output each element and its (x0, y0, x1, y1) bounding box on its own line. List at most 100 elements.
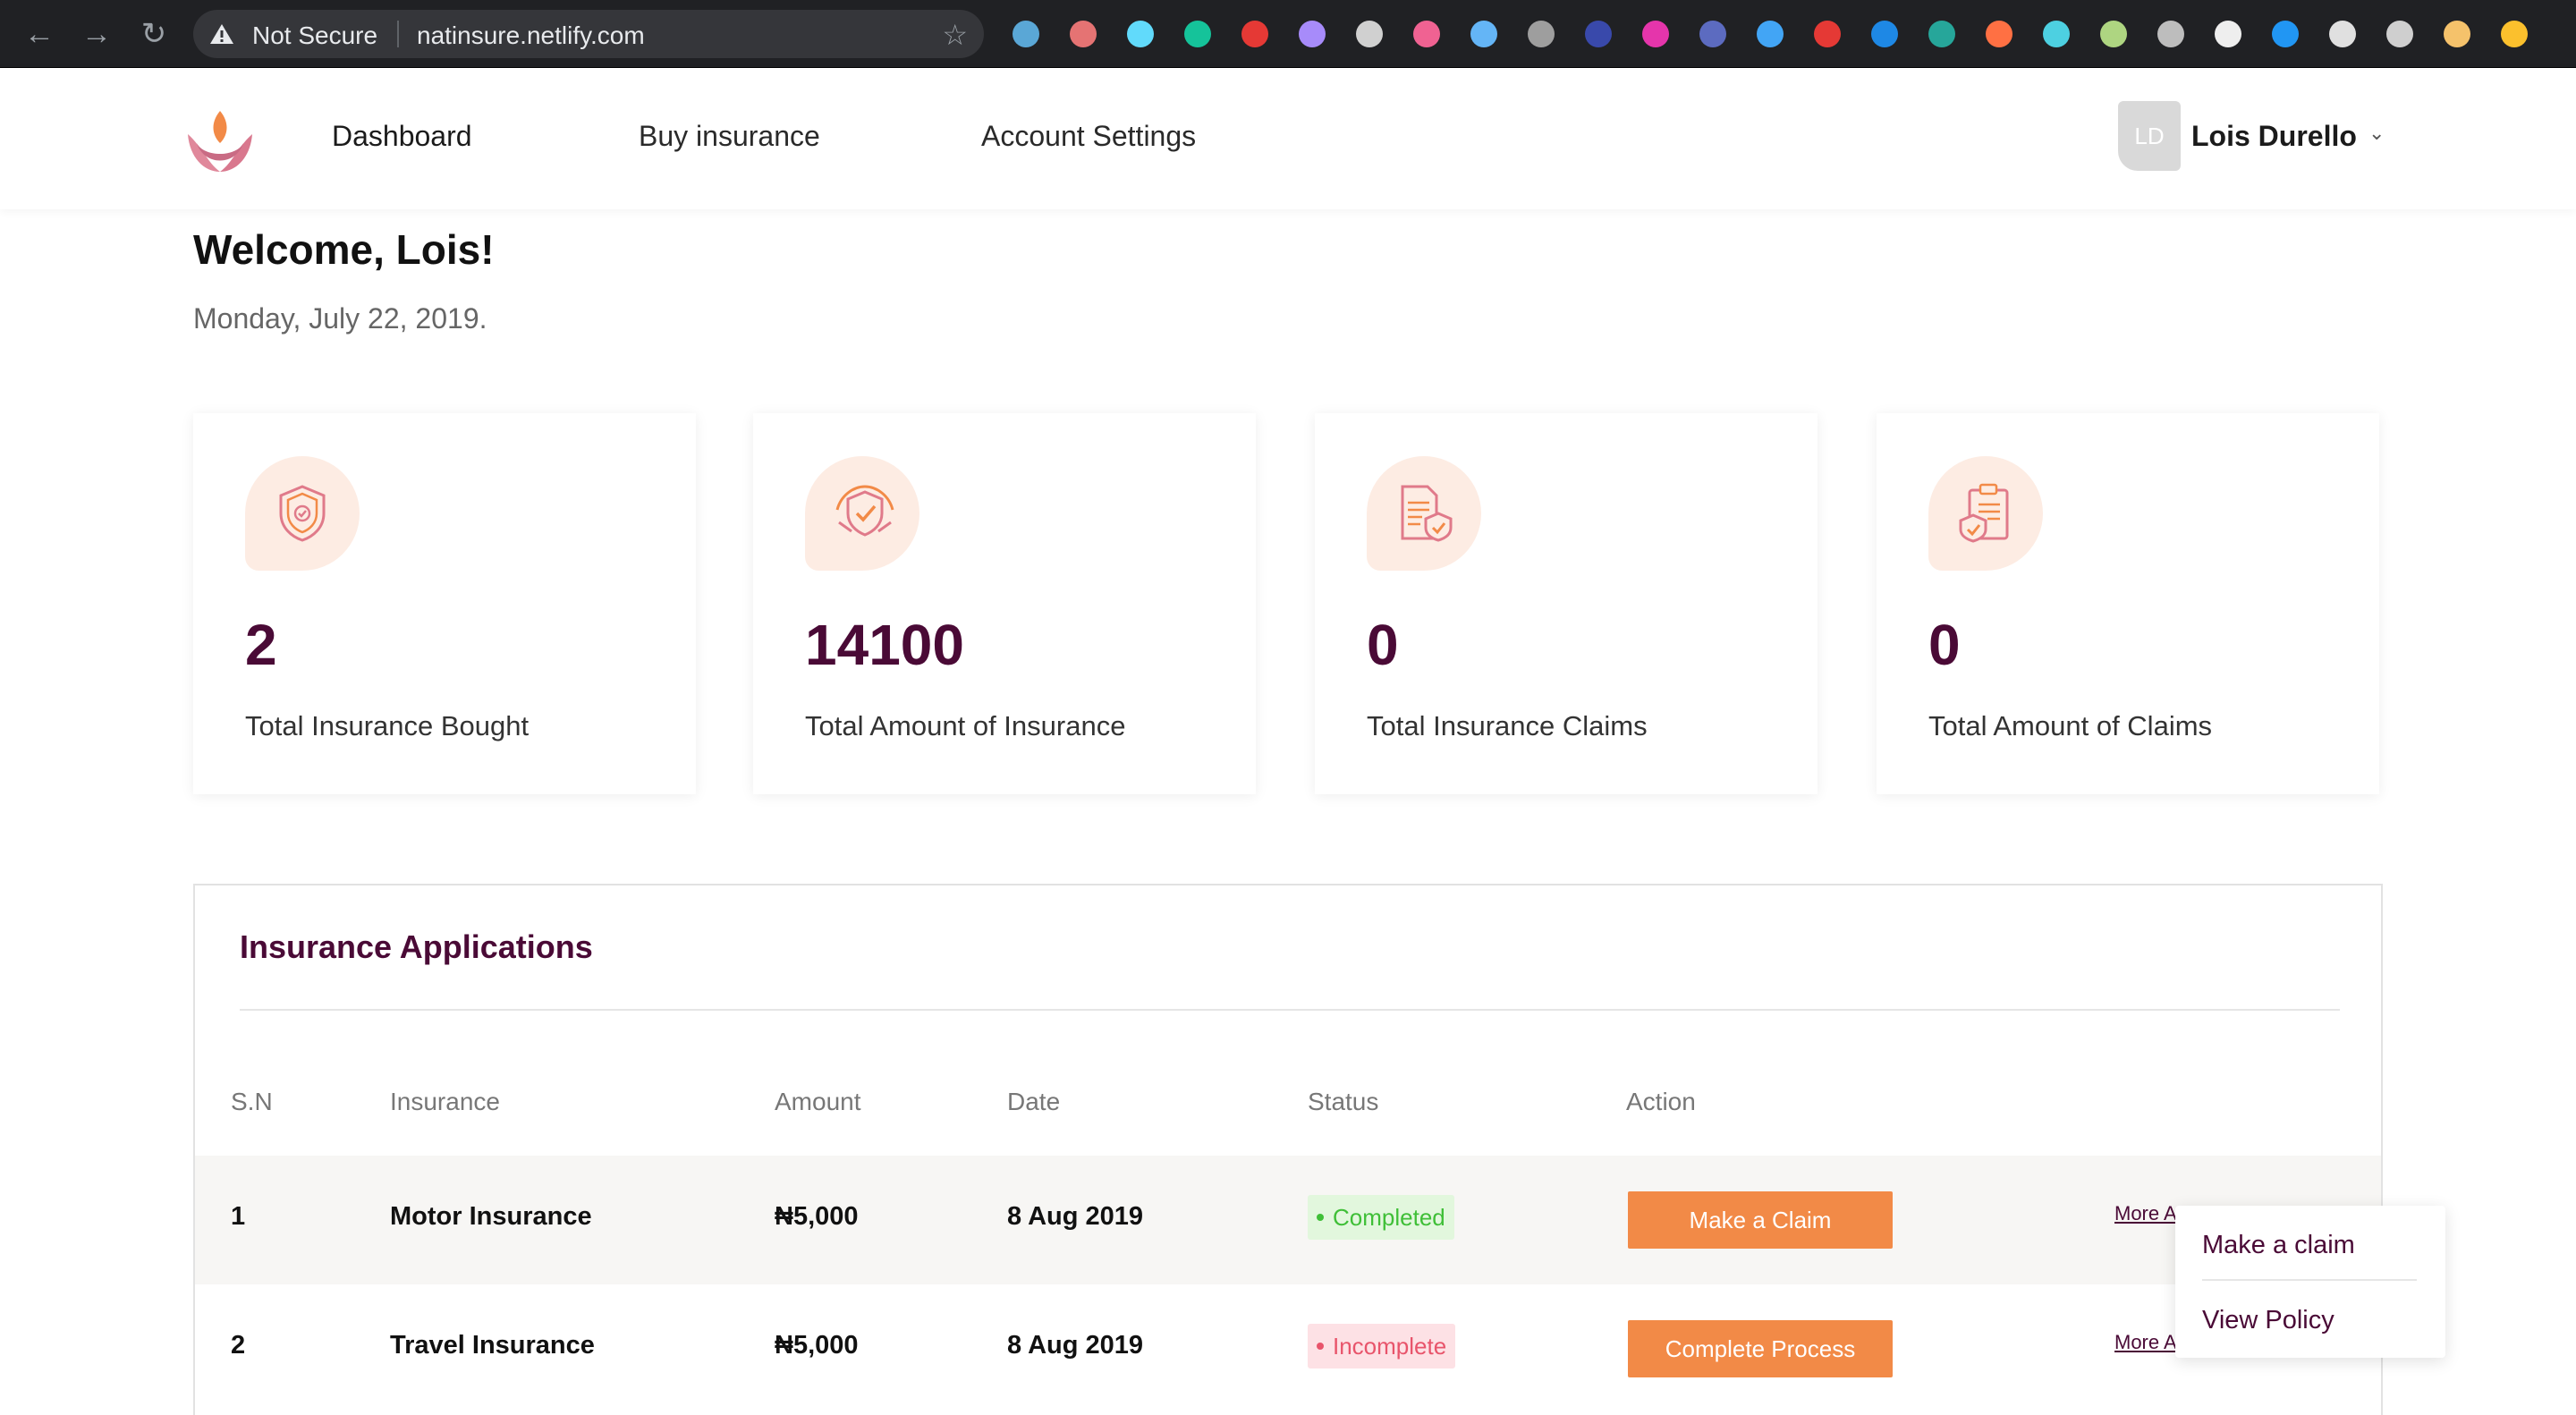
make-claim-button[interactable]: Make a Claim (1628, 1191, 1893, 1249)
chevron-down-icon[interactable]: ⌄ (2368, 122, 2385, 145)
grid-ext-icon[interactable] (1465, 15, 1503, 53)
trash-ext-icon-glyph (1814, 21, 1841, 47)
user-name[interactable]: Lois Durello (2191, 120, 2357, 153)
status-badge: Completed (1308, 1195, 1454, 1240)
column-header-insurance: Insurance (390, 1088, 500, 1115)
nav-account-settings[interactable]: Account Settings (981, 120, 1196, 153)
t-ext-icon-glyph (1413, 21, 1440, 47)
feather-ext-icon-glyph (1299, 21, 1326, 47)
nav-buy-insurance[interactable]: Buy insurance (639, 120, 820, 153)
stat-label: Total Amount of Claims (1928, 710, 2213, 741)
graphql-ext-icon[interactable] (1637, 15, 1674, 53)
smile-ext-icon-glyph (2501, 21, 2528, 47)
feather-ext-icon[interactable] (1293, 15, 1331, 53)
link-ext-icon[interactable] (1694, 15, 1732, 53)
address-bar[interactable]: Not Secure natinsure.netlify.com ☆ (193, 10, 984, 58)
handshake-shield-icon (805, 456, 919, 571)
stat-label: Total Insurance Claims (1367, 710, 1648, 741)
triangle-ext-icon-glyph (2272, 21, 2299, 47)
clipboard-shield-icon (1928, 456, 2043, 571)
cell-amount: ₦5,000 (775, 1202, 859, 1231)
camera-ext-icon[interactable] (2209, 15, 2247, 53)
column-header-date: Date (1007, 1088, 1061, 1115)
pen-ext-icon[interactable] (1064, 15, 1102, 53)
paint-ext-icon[interactable] (2381, 15, 2419, 53)
diamond-ext-icon[interactable] (1007, 15, 1045, 53)
forward-arrow-icon[interactable]: → (79, 16, 114, 52)
more-actions-link[interactable]: More A (2114, 1331, 2177, 1354)
trash-ext-icon[interactable] (1809, 15, 1846, 53)
stat-card-insurance-bought: 2 Total Insurance Bought (193, 413, 696, 794)
target-ext-icon-glyph (1356, 21, 1383, 47)
status-dot-icon (1317, 1343, 1324, 1351)
a-ext-icon[interactable] (1580, 15, 1617, 53)
nav-dashboard[interactable]: Dashboard (332, 120, 472, 153)
stat-value: 0 (1367, 613, 1399, 677)
stat-card-amount-claims: 0 Total Amount of Claims (1877, 413, 2379, 794)
cell-date: 8 Aug 2019 (1007, 1331, 1144, 1360)
a-ext-icon-glyph (1585, 21, 1612, 47)
graphql-ext-icon-glyph (1642, 21, 1669, 47)
cell-sn: 1 (231, 1202, 246, 1231)
link-ext-icon-glyph (1699, 21, 1726, 47)
warning-icon (210, 24, 233, 44)
cell-insurance: Travel Insurance (390, 1331, 595, 1360)
url-text[interactable]: natinsure.netlify.com (417, 21, 645, 50)
profile-ext-icon-glyph (2444, 21, 2470, 47)
complete-process-button[interactable]: Complete Process (1628, 1320, 1893, 1377)
grammarly-ext-icon-glyph (1184, 21, 1211, 47)
search-ext-icon-glyph (1871, 21, 1898, 47)
circle-ext-icon[interactable] (2324, 15, 2361, 53)
more-actions-dropdown: Make a claim View Policy (2175, 1206, 2445, 1358)
search-ext-icon[interactable] (1866, 15, 1903, 53)
adblock-ext-icon[interactable] (1236, 15, 1274, 53)
target-ext-icon[interactable] (1351, 15, 1388, 53)
camera-ext-icon-glyph (2215, 21, 2241, 47)
braces-ext-icon[interactable] (1522, 15, 1560, 53)
box-ext-icon[interactable] (1751, 15, 1789, 53)
table-row: 1 Motor Insurance ₦5,000 8 Aug 2019 Comp… (195, 1156, 2381, 1284)
fingerprint-ext-icon[interactable] (1980, 15, 2018, 53)
leaf-ext-icon[interactable] (2095, 15, 2132, 53)
menu-item-view-policy[interactable]: View Policy (2202, 1306, 2334, 1335)
extensions-bar (1007, 14, 2533, 54)
bookmark-star-icon[interactable]: ☆ (942, 18, 968, 52)
profile-ext-icon[interactable] (2438, 15, 2476, 53)
table-row: 2 Travel Insurance ₦5,000 8 Aug 2019 Inc… (195, 1284, 2381, 1413)
menu-item-make-claim[interactable]: Make a claim (2202, 1231, 2355, 1260)
column-header-status: Status (1308, 1088, 1379, 1115)
circle-ext-icon-glyph (2329, 21, 2356, 47)
column-header-action: Action (1626, 1088, 1696, 1115)
triangle-ext-icon[interactable] (2267, 15, 2304, 53)
back-arrow-icon[interactable]: ← (21, 16, 57, 52)
network-ext-icon[interactable] (2038, 15, 2075, 53)
avatar[interactable]: LD (2118, 101, 2181, 171)
column-header-amount: Amount (775, 1088, 861, 1115)
omnibox-separator (397, 21, 399, 47)
t-ext-icon[interactable] (1408, 15, 1445, 53)
code-ext-icon-glyph (2157, 21, 2184, 47)
applications-panel: Insurance Applications S.N Insurance Amo… (193, 884, 2383, 1415)
adblock-ext-icon-glyph (1241, 21, 1268, 47)
lotus-logo-icon[interactable] (184, 107, 256, 179)
code-ext-icon[interactable] (2152, 15, 2190, 53)
reload-icon[interactable]: ↻ (136, 16, 172, 52)
paint-ext-icon-glyph (2386, 21, 2413, 47)
column-header-sn: S.N (231, 1088, 273, 1115)
stat-card-insurance-claims: 0 Total Insurance Claims (1315, 413, 1818, 794)
cell-sn: 2 (231, 1331, 246, 1360)
divider (240, 1009, 2340, 1011)
app-header: Dashboard Buy insurance Account Settings… (0, 68, 2576, 209)
status-text: Completed (1333, 1204, 1445, 1231)
leaf-ext-icon-glyph (2100, 21, 2127, 47)
cell-amount: ₦5,000 (775, 1331, 859, 1360)
infinity-ext-icon[interactable] (1923, 15, 1961, 53)
box-ext-icon-glyph (1757, 21, 1784, 47)
grammarly-ext-icon[interactable] (1179, 15, 1216, 53)
stat-label: Total Amount of Insurance (805, 710, 1126, 741)
smile-ext-icon[interactable] (2496, 15, 2533, 53)
stat-value: 2 (245, 613, 277, 677)
react-ext-icon[interactable] (1122, 15, 1159, 53)
stat-card-amount-insurance: 14100 Total Amount of Insurance (753, 413, 1256, 794)
more-actions-link[interactable]: More A (2114, 1202, 2177, 1225)
